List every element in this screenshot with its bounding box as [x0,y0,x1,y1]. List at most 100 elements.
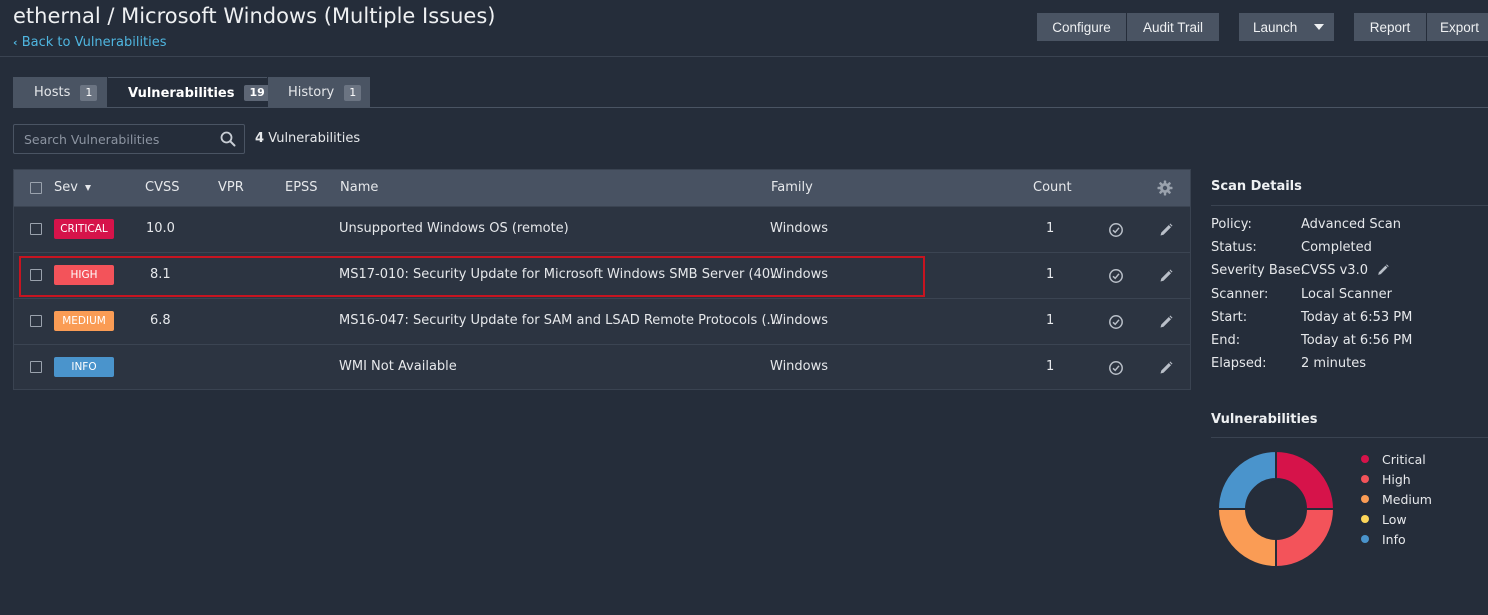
legend-item[interactable]: Medium [1361,491,1432,507]
legend-dot [1361,455,1369,463]
column-count[interactable]: Count [1033,180,1072,195]
legend-label: Info [1382,531,1406,547]
donut-slice-info[interactable] [1216,450,1277,510]
legend-item[interactable]: Info [1361,531,1406,547]
gear-icon[interactable] [1157,180,1173,196]
tab-hosts[interactable]: Hosts 1 [13,77,107,108]
chevron-left-icon: ‹ [13,36,18,49]
count-value: 1 [1046,359,1055,374]
select-all-checkbox[interactable] [30,182,42,194]
column-name[interactable]: Name [340,180,378,195]
detail-value: Local Scanner [1301,287,1393,302]
detail-value: CVSS v3.0 [1301,263,1368,278]
highlight-box [19,256,925,297]
count-value: 1 [1046,221,1055,236]
header-divider [0,56,1488,57]
report-button[interactable]: Report [1354,13,1426,41]
pencil-icon[interactable] [1158,314,1174,330]
legend-item[interactable]: Low [1361,511,1407,527]
legend-label: Critical [1382,451,1426,467]
vulnerability-count-label: Vulnerabilities [268,131,361,146]
table-header: Sev CVSS VPR EPSS Name Family Count [14,170,1190,206]
tab-history-count: 1 [344,84,362,101]
family-value: Windows [770,359,829,374]
severity-badge: CRITICAL [54,219,114,239]
tab-vulnerabilities[interactable]: Vulnerabilities 19 [108,77,270,108]
scan-details-title: Scan Details [1211,179,1302,194]
pencil-icon[interactable] [1376,263,1390,277]
search-box [13,124,245,154]
back-to-vulnerabilities-link[interactable]: ‹ Back to Vulnerabilities [13,35,167,50]
detail-value: Advanced Scan [1301,217,1401,232]
vulnerabilities-chart-divider [1211,437,1488,438]
launch-button[interactable]: Launch [1239,13,1334,41]
tab-hosts-count: 1 [80,84,98,101]
cvss-value: 6.8 [150,313,171,328]
audit-trail-button[interactable]: Audit Trail [1127,13,1219,41]
table-row[interactable]: CRITICAL 10.0 Unsupported Windows OS (re… [14,206,1190,252]
check-circle-icon[interactable] [1108,222,1124,238]
search-icon[interactable] [220,131,236,147]
row-checkbox[interactable] [30,315,42,327]
column-epss[interactable]: EPSS [285,180,318,195]
pencil-icon[interactable] [1158,222,1174,238]
donut-slice-critical[interactable] [1275,450,1336,510]
column-sev[interactable]: Sev [54,180,92,195]
detail-value: Today at 6:56 PM [1301,333,1413,348]
detail-value: 2 minutes [1301,356,1367,371]
legend-dot [1361,515,1369,523]
count-value: 1 [1046,267,1055,282]
column-cvss[interactable]: CVSS [145,180,179,195]
scan-details-divider [1211,205,1488,206]
severity-badge: MEDIUM [54,311,114,331]
family-value: Windows [770,313,829,328]
check-circle-icon[interactable] [1108,268,1124,284]
detail-label: Start: [1211,310,1248,325]
tab-history-label: History [288,85,335,100]
search-input[interactable] [14,125,214,153]
caret-down-icon [1314,24,1324,30]
back-link-label: Back to Vulnerabilities [21,35,167,50]
severity-donut-chart [1216,450,1336,568]
tab-vulnerabilities-label: Vulnerabilities [128,85,235,101]
tab-history[interactable]: History 1 [268,77,370,108]
vulnerability-name[interactable]: WMI Not Available [339,359,457,374]
severity-label: CRITICAL [60,223,108,235]
configure-button[interactable]: Configure [1037,13,1126,41]
column-vpr[interactable]: VPR [218,180,244,195]
vulnerabilities-chart-title: Vulnerabilities [1211,412,1318,427]
vulnerability-name[interactable]: MS16-047: Security Update for SAM and LS… [339,313,779,328]
table-row[interactable]: INFO WMI Not Available Windows 1 [14,344,1190,390]
severity-badge: INFO [54,357,114,377]
pencil-icon[interactable] [1158,268,1174,284]
tab-hosts-label: Hosts [34,85,71,100]
tab-vulnerabilities-count: 19 [244,85,270,101]
vulnerability-name[interactable]: Unsupported Windows OS (remote) [339,221,569,236]
detail-label: Elapsed: [1211,356,1267,371]
severity-label: INFO [71,361,97,373]
vulnerability-count-number: 4 [255,131,265,146]
column-family[interactable]: Family [771,180,813,195]
count-value: 1 [1046,313,1055,328]
check-circle-icon[interactable] [1108,360,1124,376]
page-title: ethernal / Microsoft Windows (Multiple I… [13,4,496,28]
cvss-value: 10.0 [146,221,175,236]
donut-slice-medium[interactable] [1216,508,1277,568]
row-checkbox[interactable] [30,361,42,373]
column-sev-label: Sev [54,180,78,195]
legend-label: Medium [1382,491,1432,507]
legend-dot [1361,475,1369,483]
donut-slice-high[interactable] [1275,508,1336,568]
vulnerability-count: 4 Vulnerabilities [255,131,360,146]
legend-item[interactable]: Critical [1361,451,1426,467]
legend-item[interactable]: High [1361,471,1411,487]
tab-divider [13,107,1488,108]
check-circle-icon[interactable] [1108,314,1124,330]
severity-label: MEDIUM [62,315,106,327]
legend-dot [1361,535,1369,543]
detail-label: End: [1211,333,1241,348]
export-button[interactable]: Export [1427,13,1488,41]
pencil-icon[interactable] [1158,360,1174,376]
row-checkbox[interactable] [30,223,42,235]
table-row[interactable]: MEDIUM 6.8 MS16-047: Security Update for… [14,298,1190,344]
